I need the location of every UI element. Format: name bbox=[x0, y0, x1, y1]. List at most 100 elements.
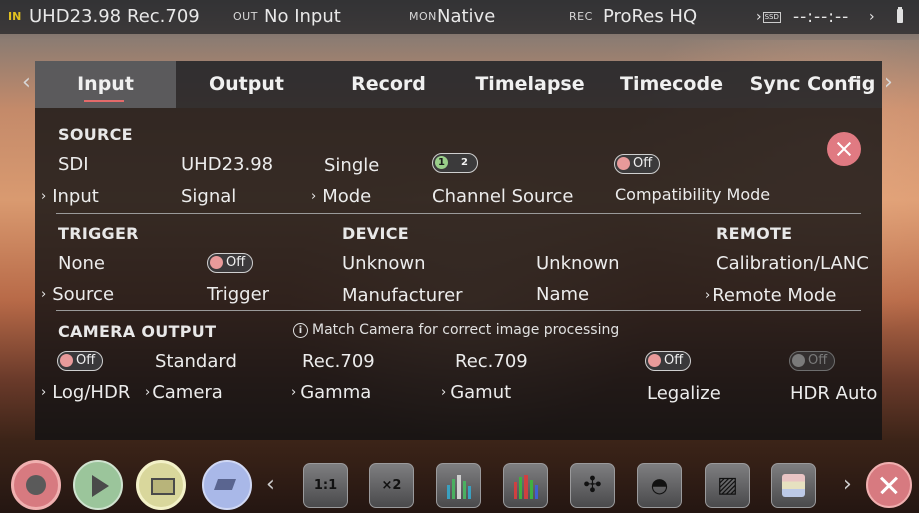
vectorscope-button[interactable]: ✣ bbox=[570, 463, 615, 508]
gamut-value: Rec.709 bbox=[455, 351, 528, 372]
channel-2[interactable]: 2 bbox=[458, 156, 471, 169]
input-indicator: IN bbox=[8, 10, 22, 23]
channel-1[interactable]: 1 bbox=[435, 156, 448, 169]
battery-chevron-icon[interactable]: › bbox=[869, 0, 875, 34]
output-label: OUT bbox=[233, 10, 258, 23]
chevron-right-icon: › bbox=[41, 385, 47, 400]
timecode-display[interactable]: --:--:-- bbox=[793, 0, 849, 34]
monitor-mode-button[interactable] bbox=[136, 460, 186, 510]
input-value: SDI bbox=[58, 154, 89, 175]
source-section-title: SOURCE bbox=[58, 125, 133, 144]
hdr-auto-toggle[interactable]: Off bbox=[789, 351, 835, 371]
channel-source-label: Channel Source bbox=[432, 186, 574, 207]
record-button[interactable] bbox=[11, 460, 61, 510]
tabs-left-chevron-icon[interactable]: ‹ bbox=[22, 70, 31, 95]
ssd-status[interactable]: › SSD bbox=[756, 0, 781, 34]
output-status[interactable]: No Input bbox=[264, 0, 341, 34]
compatibility-mode-label: Compatibility Mode bbox=[615, 185, 771, 204]
tab-sync-config-label: Sync Config bbox=[749, 73, 876, 95]
gamut-selector[interactable]: › Gamut bbox=[441, 382, 511, 403]
zoom-1to1-button[interactable]: 1:1 bbox=[303, 463, 348, 508]
toolbar-right-chevron-icon[interactable]: › bbox=[843, 472, 852, 497]
camera-value: Standard bbox=[155, 351, 237, 372]
monitor-mode[interactable]: Native bbox=[437, 0, 495, 34]
camera-output-note: i Match Camera for correct image processi… bbox=[293, 322, 619, 338]
tab-output-label: Output bbox=[209, 73, 284, 95]
record-label: REC bbox=[569, 10, 593, 23]
chevron-right-icon: › bbox=[705, 288, 711, 303]
tabs-right-chevron-icon[interactable]: › bbox=[884, 70, 893, 95]
channel-source-switch[interactable]: 1 2 bbox=[432, 153, 478, 173]
toggle-knob bbox=[210, 256, 223, 269]
zoom-x2-icon: ×2 bbox=[381, 478, 402, 493]
trigger-section-title: TRIGGER bbox=[58, 224, 139, 243]
log-hdr-toggle[interactable]: Off bbox=[57, 351, 103, 371]
tab-input-label: Input bbox=[77, 73, 134, 95]
record-codec[interactable]: ProRes HQ bbox=[603, 0, 697, 34]
toggle-knob bbox=[792, 354, 805, 367]
toolbar-left-chevron-icon[interactable]: ‹ bbox=[266, 472, 275, 497]
signal-value: UHD23.98 bbox=[181, 154, 274, 175]
close-panel-button[interactable] bbox=[827, 132, 861, 166]
waveform-button[interactable] bbox=[436, 463, 481, 508]
trigger-source-value: None bbox=[58, 253, 105, 274]
status-bar: IN UHD23.98 Rec.709 OUT No Input MON Nat… bbox=[0, 0, 919, 34]
monitor-label: MON bbox=[409, 10, 437, 23]
trigger-source-selector[interactable]: › Source bbox=[41, 284, 114, 305]
legalize-label: Legalize bbox=[647, 383, 721, 404]
false-color-icon bbox=[782, 474, 805, 497]
divider bbox=[56, 310, 861, 311]
settings-tabs: Input Output Record Timelapse Timecode S… bbox=[35, 61, 882, 108]
tab-record-label: Record bbox=[351, 73, 426, 95]
rgb-parade-button[interactable] bbox=[503, 463, 548, 508]
device-name-value: Unknown bbox=[536, 253, 620, 274]
vectorscope-icon: ✣ bbox=[583, 473, 602, 498]
mode-value: Single bbox=[324, 155, 380, 176]
chevron-right-icon: › bbox=[311, 189, 317, 204]
tab-timelapse-label: Timelapse bbox=[475, 73, 585, 95]
tag-button[interactable] bbox=[202, 460, 252, 510]
tab-record[interactable]: Record bbox=[317, 61, 460, 108]
play-button[interactable] bbox=[73, 460, 123, 510]
zoom-x2-button[interactable]: ×2 bbox=[369, 463, 414, 508]
toggle-state: Off bbox=[76, 353, 96, 368]
battery-icon bbox=[897, 7, 903, 23]
focus-peaking-button[interactable]: ◓ bbox=[637, 463, 682, 508]
trigger-toggle[interactable]: Off bbox=[207, 253, 253, 273]
chevron-right-icon: › bbox=[441, 385, 447, 400]
tab-input[interactable]: Input bbox=[35, 61, 176, 108]
input-format[interactable]: UHD23.98 bbox=[29, 0, 121, 34]
device-name-label: Name bbox=[536, 284, 590, 305]
remote-mode-selector[interactable]: › Remote Mode bbox=[705, 285, 836, 306]
remote-mode-value: Calibration/LANC bbox=[716, 253, 869, 274]
waveform-icon bbox=[447, 475, 472, 499]
zoom-1to1-icon: 1:1 bbox=[313, 478, 338, 493]
tab-output[interactable]: Output bbox=[176, 61, 317, 108]
ssd-icon: SSD bbox=[762, 11, 781, 23]
camera-selector[interactable]: › Camera bbox=[145, 382, 223, 403]
tab-sync-config[interactable]: Sync Config bbox=[743, 61, 882, 108]
trigger-label: Trigger bbox=[207, 284, 270, 305]
device-section-title: DEVICE bbox=[342, 224, 410, 243]
mode-selector[interactable]: › Mode bbox=[311, 186, 371, 207]
chevron-right-icon: › bbox=[291, 385, 297, 400]
false-color-button[interactable] bbox=[771, 463, 816, 508]
remote-section-title: REMOTE bbox=[716, 224, 793, 243]
log-hdr-selector[interactable]: › Log/HDR bbox=[41, 382, 130, 403]
tab-timelapse[interactable]: Timelapse bbox=[460, 61, 600, 108]
compatibility-mode-toggle[interactable]: Off bbox=[614, 154, 660, 174]
tab-timecode[interactable]: Timecode bbox=[600, 61, 743, 108]
zebra-button[interactable]: ▨ bbox=[705, 463, 750, 508]
focus-peaking-icon: ◓ bbox=[650, 473, 669, 497]
input-selector[interactable]: › Input bbox=[41, 186, 99, 207]
gamma-value: Rec.709 bbox=[302, 351, 375, 372]
manufacturer-value: Unknown bbox=[342, 253, 426, 274]
info-icon: i bbox=[293, 323, 308, 338]
legalize-toggle[interactable]: Off bbox=[645, 351, 691, 371]
toggle-knob bbox=[617, 157, 630, 170]
tab-timecode-label: Timecode bbox=[620, 73, 723, 95]
gamma-selector[interactable]: › Gamma bbox=[291, 382, 371, 403]
chevron-right-icon: › bbox=[41, 189, 47, 204]
input-colorspace[interactable]: Rec.709 bbox=[127, 0, 200, 34]
close-menu-button[interactable] bbox=[866, 462, 912, 508]
